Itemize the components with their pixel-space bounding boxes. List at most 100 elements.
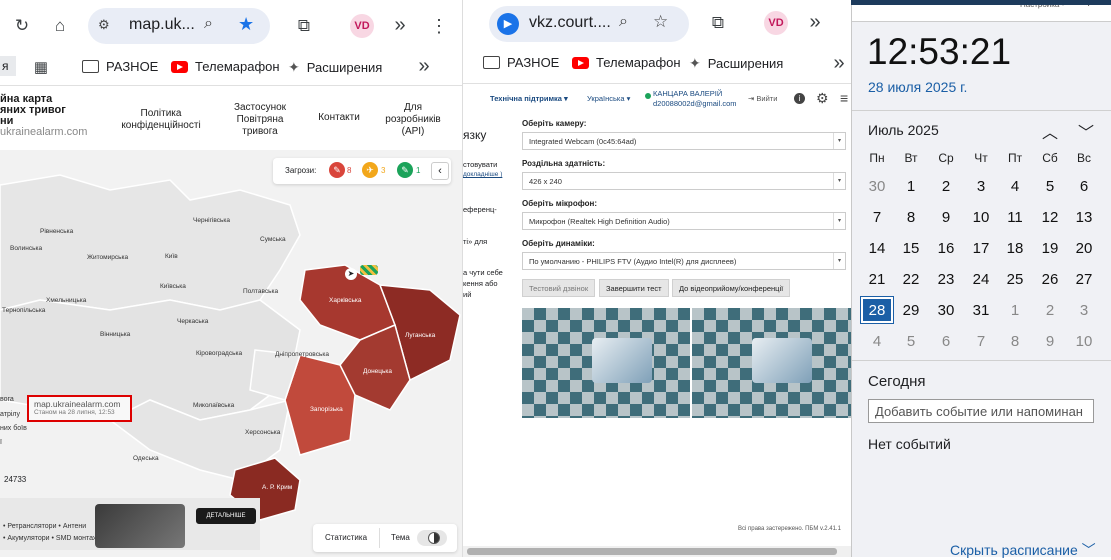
logout-link[interactable]: ⇥ Вийти — [748, 94, 777, 103]
calendar-day[interactable]: 26 — [1033, 265, 1067, 293]
settings-gear-icon[interactable]: ⚙ — [816, 90, 829, 107]
apps-grid-icon[interactable]: ▦ — [29, 55, 53, 79]
clock-date[interactable]: 28 июля 2025 г. — [868, 79, 967, 95]
site-logo[interactable]: йна карта яних тривог ни ukrainealarm.co… — [0, 94, 87, 138]
drone-threat-icon[interactable]: ✈ — [362, 162, 378, 178]
microphone-select[interactable]: Микрофон (Realtek High Definition Audio)… — [522, 212, 846, 230]
zoom-icon[interactable]: ⌕ — [204, 15, 213, 33]
calendar-day[interactable]: 10 — [964, 203, 998, 231]
bookmark-extensions[interactable]: ✦ Расширения — [288, 59, 382, 76]
profile-avatar[interactable]: VD — [350, 14, 374, 38]
user-name[interactable]: КАНЦАРА ВАЛЕРІЙ — [653, 89, 722, 98]
calendar-day[interactable]: 7 — [964, 327, 998, 355]
threat-marker-icon[interactable] — [360, 265, 378, 275]
video-call-icon[interactable]: ▶ — [497, 13, 519, 35]
speakers-select[interactable]: По умолчанию - PHILIPS FTV (Аудио Intel(… — [522, 252, 846, 270]
bookmark-star-icon[interactable]: ☆ — [653, 12, 668, 32]
collapse-chevron-icon[interactable]: ‹ — [431, 162, 449, 180]
month-title[interactable]: Июль 2025 — [868, 122, 939, 138]
calendar-day[interactable]: 9 — [929, 203, 963, 231]
add-event-input[interactable]: Добавить событие или напоминан — [868, 399, 1094, 423]
test-call-button[interactable]: Тестовий дзвінок — [522, 279, 596, 297]
menu-dots-icon[interactable]: ⋮ — [842, 10, 851, 34]
stats-link[interactable]: Статистика — [325, 533, 367, 542]
calendar-day[interactable]: 24 — [964, 265, 998, 293]
more-tools-icon[interactable]: » — [388, 13, 412, 37]
theme-toggle[interactable] — [417, 530, 447, 546]
calendar-day[interactable]: 8 — [894, 203, 928, 231]
nav-contacts[interactable]: Контакти — [310, 112, 368, 124]
site-info-icon[interactable]: ⚙ — [98, 17, 110, 33]
calendar-day[interactable]: 27 — [1067, 265, 1101, 293]
calendar-day[interactable]: 30 — [860, 172, 894, 200]
bookmarks-more-icon[interactable]: » — [827, 51, 851, 75]
more-tools-icon[interactable]: » — [803, 10, 827, 34]
bookmark-telemarafon[interactable]: Телемарафон — [171, 59, 280, 74]
aviation-threat-icon[interactable]: ✎ — [397, 162, 413, 178]
calendar-day[interactable]: 3 — [964, 172, 998, 200]
zoom-icon[interactable]: ⌕ — [619, 13, 628, 31]
reload-icon[interactable]: ↻ — [10, 14, 34, 38]
calendar-day[interactable]: 4 — [998, 172, 1032, 200]
calendar-day[interactable]: 22 — [894, 265, 928, 293]
ad-banner[interactable]: • Ретранслятори • Антени • Акумулятори •… — [0, 498, 260, 550]
calendar-day[interactable]: 2 — [1033, 296, 1067, 324]
to-conference-button[interactable]: До відеоприйому/конференції — [672, 279, 791, 297]
address-bar[interactable]: ⚙ map.uk... ⌕ ★ — [88, 8, 270, 44]
calendar-day[interactable]: 30 — [929, 296, 963, 324]
calendar-day[interactable]: 1 — [894, 172, 928, 200]
calendar-day[interactable]: 12 — [1033, 203, 1067, 231]
bookmark-star-icon[interactable]: ★ — [238, 14, 254, 35]
calendar-day[interactable]: 8 — [998, 327, 1032, 355]
bookmark-raznoe[interactable]: РАЗНОЕ — [82, 59, 158, 74]
calendar-day[interactable]: 5 — [1033, 172, 1067, 200]
calendar-day[interactable]: 11 — [998, 203, 1032, 231]
horizontal-scrollbar[interactable] — [463, 546, 851, 557]
profile-avatar[interactable]: VD — [764, 11, 788, 35]
calendar-day[interactable]: 21 — [860, 265, 894, 293]
calendar-day[interactable]: 3 — [1067, 296, 1101, 324]
info-icon[interactable]: i — [794, 93, 805, 104]
details-link[interactable]: докладніше ) — [463, 171, 502, 178]
prev-month-icon[interactable]: ︿ — [1042, 119, 1058, 143]
calendar-day[interactable]: 13 — [1067, 203, 1101, 231]
calendar-day[interactable]: 25 — [998, 265, 1032, 293]
calendar-day[interactable]: 17 — [964, 234, 998, 262]
support-link[interactable]: Технічна підтримка ▾ — [490, 94, 568, 103]
calendar-day[interactable]: 1 — [998, 296, 1032, 324]
calendar-day[interactable]: 6 — [929, 327, 963, 355]
calendar-day[interactable]: 29 — [894, 296, 928, 324]
calendar-day-today[interactable]: 28 — [860, 296, 894, 324]
calendar-day[interactable]: 6 — [1067, 172, 1101, 200]
next-month-icon[interactable]: ﹀ — [1078, 119, 1094, 143]
bookmark-partial[interactable]: я — [0, 56, 16, 76]
calendar-day[interactable]: 16 — [929, 234, 963, 262]
calendar-day[interactable]: 18 — [998, 234, 1032, 262]
calendar-day[interactable]: 14 — [860, 234, 894, 262]
calendar-day[interactable]: 7 — [860, 203, 894, 231]
bookmarks-more-icon[interactable]: » — [412, 54, 436, 78]
alarm-map[interactable]: Рівненська Волинська Житомирська Київ Ки… — [0, 150, 462, 557]
extensions-icon[interactable]: ⧉ — [292, 14, 316, 38]
calendar-day[interactable]: 4 — [860, 327, 894, 355]
calendar-day[interactable]: 23 — [929, 265, 963, 293]
nav-privacy[interactable]: Політика конфіденційності — [112, 108, 210, 132]
missile-threat-icon[interactable]: ✎ — [329, 162, 345, 178]
language-select[interactable]: Українська ▾ — [587, 94, 630, 103]
camera-select[interactable]: Integrated Webcam (0c45:64ad) ▾ — [522, 132, 846, 150]
nav-developers[interactable]: Для розробників (API) — [380, 102, 446, 138]
address-bar[interactable]: ▶ vkz.court.... ⌕ ☆ — [489, 6, 689, 42]
plane-marker-icon[interactable]: ➤ — [345, 268, 357, 280]
calendar-day[interactable]: 10 — [1067, 327, 1101, 355]
calendar-day[interactable]: 15 — [894, 234, 928, 262]
nav-app[interactable]: Застосунок Повітряна тривога — [224, 102, 296, 138]
home-icon[interactable]: ⌂ — [48, 14, 72, 38]
bookmark-extensions[interactable]: ✦ Расширения — [689, 55, 783, 72]
calendar-day[interactable]: 2 — [929, 172, 963, 200]
calendar-day[interactable]: 31 — [964, 296, 998, 324]
resolution-select[interactable]: 426 x 240 ▾ — [522, 172, 846, 190]
hamburger-icon[interactable]: ≡ — [840, 90, 848, 106]
ad-details-button[interactable]: ДЕТАЛЬНІШЕ — [196, 508, 256, 524]
menu-dots-icon[interactable]: ⋮ — [427, 14, 451, 38]
calendar-day[interactable]: 19 — [1033, 234, 1067, 262]
